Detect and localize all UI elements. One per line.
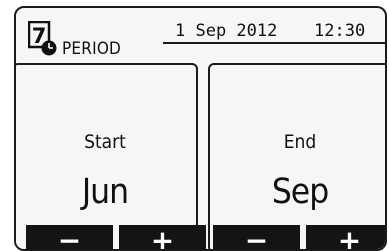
start-panel: Start Jun	[16, 63, 198, 249]
start-label: Start	[84, 131, 126, 153]
start-increment-button[interactable]: +	[119, 225, 206, 249]
start-decrement-button[interactable]: −	[26, 225, 113, 249]
lcd-screen: 7 PERIOD 1 Sep 2012 12:30 Start Jun End …	[14, 6, 387, 251]
end-decrement-button[interactable]: −	[213, 225, 300, 249]
end-increment-button[interactable]: +	[306, 225, 385, 249]
page-title: PERIOD	[62, 39, 122, 59]
end-month-value: Sep	[271, 172, 329, 212]
clock-time: 12:30	[314, 21, 366, 41]
clock-date: 1 Sep 2012	[175, 21, 278, 41]
header-divider	[163, 42, 385, 44]
end-label: End	[283, 131, 317, 153]
header: 7 PERIOD 1 Sep 2012 12:30	[16, 8, 385, 59]
start-month-value: Jun	[81, 172, 129, 212]
end-panel: End Sep	[208, 63, 385, 249]
